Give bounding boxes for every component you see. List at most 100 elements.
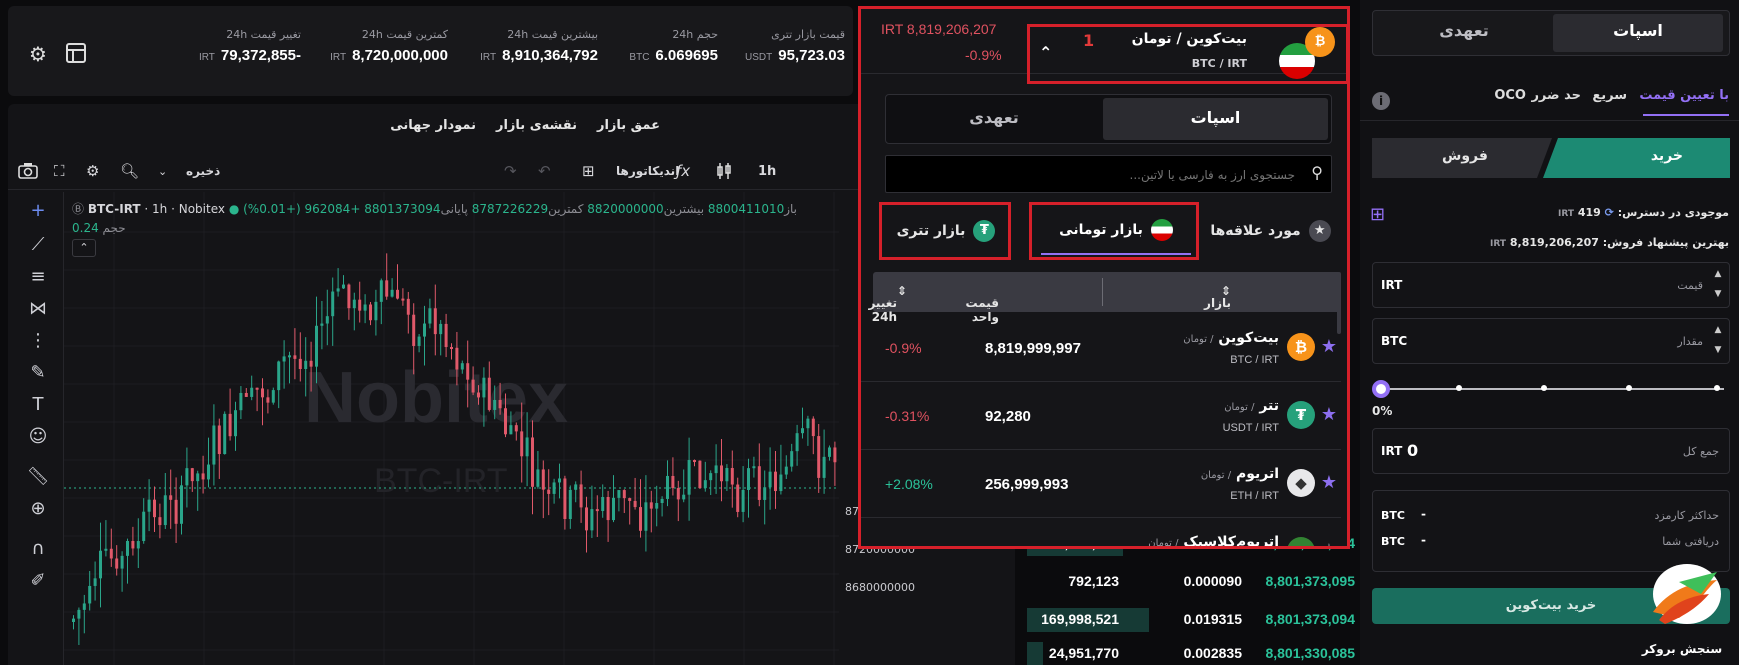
available-unit: IRT <box>1557 209 1574 219</box>
tab-limit-order[interactable]: با تعیین قیمت <box>1639 88 1729 103</box>
candle-body <box>649 502 653 509</box>
lock-drawing-icon[interactable]: ✐ <box>26 570 50 591</box>
spot-button[interactable]: اسپات <box>1553 14 1723 52</box>
gear-icon[interactable]: ⚙ <box>26 42 50 66</box>
fib-icon[interactable]: ≡ <box>26 266 50 287</box>
market-name: اتریوم‌کلاسیک / تومان <box>1148 534 1279 546</box>
collapse-legend-button[interactable]: ⌃ <box>72 239 96 257</box>
camera-icon[interactable] <box>18 162 38 184</box>
total-field[interactable]: IRT 0 جمع کل <box>1372 428 1730 474</box>
market-name-label: اتریوم <box>1235 466 1279 482</box>
fullscreen-icon[interactable]: ⛶ <box>54 162 65 180</box>
function-icon[interactable]: ƒx <box>676 162 690 180</box>
market-row[interactable]: +1.45%1,908,007اتریوم‌کلاسیک / تومانETC … <box>861 518 1341 546</box>
undo-icon[interactable]: ↶ <box>538 162 551 180</box>
candle-body <box>601 497 605 512</box>
chevron-down-icon[interactable]: ⌄ <box>158 165 167 178</box>
search-input[interactable] <box>894 164 1295 186</box>
dropdown-margin-button[interactable]: تعهدی <box>889 98 1099 140</box>
pattern-icon[interactable]: ⋈ <box>26 298 50 319</box>
candle-body <box>309 360 313 367</box>
tab-oco[interactable]: OCO <box>1494 88 1526 103</box>
candlestick-plot[interactable]: Nobitex BTC-IRT <box>64 192 984 665</box>
trend-line-icon[interactable]: ⟋ <box>26 234 50 255</box>
coin-icon: ₮ <box>1287 401 1315 429</box>
candle-body <box>833 447 837 463</box>
prediction-icon[interactable]: ⋮ <box>26 330 50 351</box>
amount-field[interactable]: BTC مقدار ▲ ▼ <box>1372 318 1730 364</box>
margin-button[interactable]: تعهدی <box>1379 14 1549 52</box>
tab-global-chart[interactable]: نمودار جهانی <box>390 118 476 133</box>
zoom-in-icon[interactable]: ⊕ <box>26 498 50 519</box>
settings-icon[interactable]: ⚙ <box>86 162 99 180</box>
emoji-icon[interactable]: ☺ <box>26 426 50 447</box>
favorite-star-icon[interactable]: ★ <box>1321 472 1337 493</box>
market-search: ⚲ <box>885 155 1332 193</box>
market-pair: BTC / IRT <box>1230 354 1279 366</box>
chevron-up-icon[interactable]: ⌃ <box>1039 43 1052 62</box>
buy-button[interactable]: خرید <box>1651 148 1683 164</box>
tab-favorites[interactable]: ★ مورد علاقه‌ها <box>1198 207 1343 255</box>
wallet-add-icon[interactable]: ⊞ <box>1370 204 1385 225</box>
stepper-up-icon[interactable]: ▲ <box>1711 269 1725 279</box>
stepper-down-icon[interactable]: ▼ <box>1711 345 1725 355</box>
candle-body <box>433 308 437 335</box>
slider-thumb[interactable] <box>1372 380 1390 398</box>
candle-body <box>752 466 756 469</box>
magnet-icon[interactable]: ∩ <box>26 538 50 559</box>
interval-button[interactable]: 1h <box>758 164 776 179</box>
orderbook-row[interactable]: 792,123 0.000090 8,801,373,095 <box>1025 568 1355 596</box>
stepper-down-icon[interactable]: ▼ <box>1711 289 1725 299</box>
layout-icon[interactable] <box>64 42 88 66</box>
tab-market-order[interactable]: سریع <box>1592 88 1627 103</box>
change-value: +962084 (+0.01%) <box>243 202 361 216</box>
orderbook-row[interactable]: 169,998,521 0.019315 8,801,373,094 <box>1025 606 1355 634</box>
stat-unit: USDT <box>745 52 773 63</box>
dropdown-mode-toggle: اسپات تعهدی <box>885 94 1332 144</box>
refresh-icon[interactable]: ⟳ <box>1605 206 1614 219</box>
stepper-up-icon[interactable]: ▲ <box>1711 325 1725 335</box>
redo-icon[interactable]: ↷ <box>504 162 517 180</box>
market-row[interactable]: -0.31% 92,280 تتر / تومان USDT / IRT ₮ ★ <box>861 382 1341 450</box>
candle-body <box>487 377 491 410</box>
dropdown-spot-button[interactable]: اسپات <box>1103 98 1328 140</box>
price-field[interactable]: IRT قیمت ▲ ▼ <box>1372 262 1730 308</box>
tab-stop-loss[interactable]: حد ضرر <box>1531 88 1581 103</box>
quick-search-icon[interactable]: 🔍︎ <box>120 162 139 180</box>
slider-tick[interactable] <box>1456 385 1462 391</box>
ohlc-legend: Ⓑ BTC-IRT · 1h · Nobitex ● باز8800411010… <box>72 200 797 257</box>
favorite-star-icon[interactable]: ★ <box>1321 404 1337 425</box>
text-icon[interactable]: T <box>26 394 50 415</box>
status-dot-icon: ● <box>228 202 240 216</box>
candle-type-icon[interactable] <box>716 162 732 184</box>
slider-tick[interactable] <box>1541 385 1547 391</box>
slider-tick[interactable] <box>1626 385 1632 391</box>
info-icon[interactable]: i <box>1372 92 1390 110</box>
candle-body <box>293 355 297 359</box>
amount-slider[interactable] <box>1372 380 1730 398</box>
save-button[interactable]: ذخیره <box>186 164 220 178</box>
col-change[interactable]: ⇕ تغییر 24h <box>868 284 907 324</box>
slider-tick[interactable] <box>1714 385 1720 391</box>
brush-icon[interactable]: ✎ <box>26 362 50 383</box>
layout-grid-icon[interactable]: ⊞ <box>582 162 595 180</box>
favorite-star-icon[interactable]: ★ <box>1321 336 1337 357</box>
sell-button[interactable]: فروش <box>1442 148 1488 164</box>
market-row[interactable]: +2.08% 256,999,993 اتریوم / تومان ETH / IRT… <box>861 450 1341 518</box>
col-market[interactable]: بازار ⇕ <box>1204 284 1231 310</box>
candle-body <box>336 288 340 292</box>
candle-body <box>369 304 372 321</box>
tab-depth[interactable]: عمق بازار <box>597 118 660 133</box>
orderbook-row[interactable]: 24,951,770 0.002835 8,801,330,085 <box>1025 640 1355 665</box>
crosshair-icon[interactable]: + <box>26 200 50 221</box>
market-row[interactable]: -0.9% 8,819,999,997 بیت‌کوین / تومان BTC / … <box>861 314 1341 382</box>
candle-body <box>509 425 513 435</box>
candle-body <box>131 540 135 549</box>
candle-body <box>72 618 75 622</box>
dropdown-header[interactable]: IRT 8,819,206,207 -0.9% ⌃ 1 بیت‌کوین / ت… <box>861 9 1347 84</box>
ruler-icon[interactable]: 📏︎ <box>26 466 50 487</box>
tab-market-map[interactable]: نقشه‌ی بازار <box>496 118 577 133</box>
favorite-star-icon[interactable]: ☆ <box>1321 540 1337 546</box>
indicators-button[interactable]: اندیکاتورها <box>616 164 679 178</box>
candle-body <box>412 314 416 346</box>
